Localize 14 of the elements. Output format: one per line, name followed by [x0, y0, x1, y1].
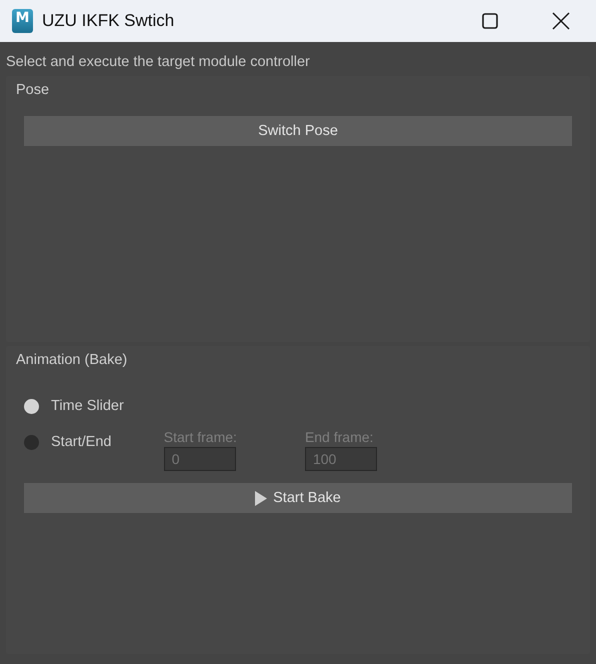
close-icon[interactable]	[552, 12, 570, 30]
description-text: Select and execute the target module controller	[6, 54, 311, 70]
radio-option[interactable]: Time Slider	[24, 398, 124, 414]
group-title: Pose	[16, 82, 50, 98]
switch-pose-button[interactable]: Switch Pose	[24, 116, 572, 146]
radio-option[interactable]: Start/End	[24, 434, 124, 450]
radio-icon[interactable]	[24, 398, 39, 414]
app-icon: M	[12, 9, 33, 33]
maximize-icon[interactable]	[482, 13, 498, 29]
start-bake-button[interactable]: Start Bake	[24, 483, 572, 513]
play-icon	[255, 490, 268, 506]
window-title: UZU IKFK Swtich	[42, 11, 174, 31]
group-title: Animation (Bake)	[16, 352, 128, 368]
radio-icon[interactable]	[24, 434, 39, 450]
